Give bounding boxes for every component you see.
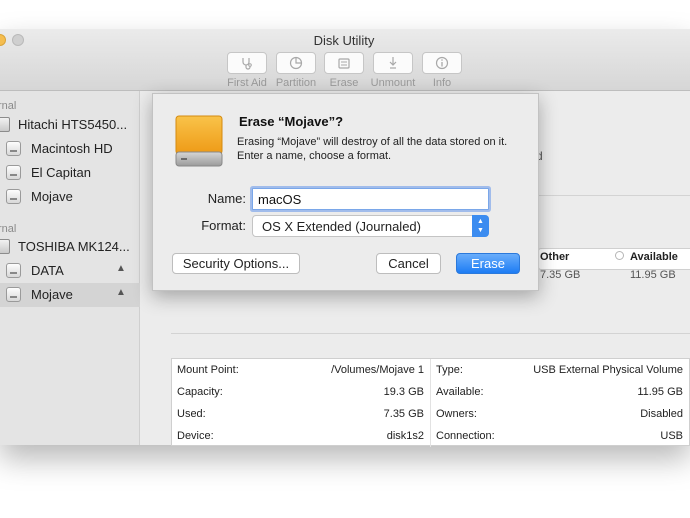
eject-icon[interactable]: ▲ — [116, 287, 126, 298]
volume-icon — [6, 189, 21, 204]
sidebar-item-data[interactable]: DATA ▲ — [0, 259, 140, 283]
info-key: Available: — [436, 386, 484, 398]
info-row-type: Type: USB External Physical Volume — [431, 359, 689, 381]
unmount-icon — [373, 52, 413, 74]
info-row-connection: Connection: USB — [431, 425, 689, 447]
cancel-button[interactable]: Cancel — [376, 253, 441, 274]
partition-label: Partition — [275, 77, 317, 89]
sidebar-section-heading-internal: rnal — [0, 100, 17, 112]
sidebar-item-toshiba[interactable]: TOSHIBA MK124... — [0, 235, 140, 259]
sidebar-item-label: Mojave — [31, 287, 73, 302]
legend-other-title: Other — [540, 251, 570, 263]
erase-dialog: Erase “Mojave”? Erasing “Mojave” will de… — [152, 93, 539, 291]
legend-available-value: 11.95 GB — [630, 269, 676, 281]
info-key: Capacity: — [177, 386, 223, 398]
erase-disk-icon — [324, 52, 364, 74]
stethoscope-icon — [227, 52, 267, 74]
sidebar-item-mojave-external[interactable]: Mojave ▲ — [0, 283, 140, 307]
info-key: Owners: — [436, 408, 477, 420]
sidebar-item-label: Hitachi HTS5450... — [18, 117, 128, 132]
info-row-available: Available: 11.95 GB — [431, 381, 689, 403]
volume-info-table: Mount Point: /Volumes/Mojave 1 Capacity:… — [171, 358, 690, 447]
first-aid-label: First Aid — [227, 77, 267, 89]
info-row-owners: Owners: Disabled — [431, 403, 689, 425]
hard-drive-icon — [0, 239, 10, 254]
volume-icon — [6, 287, 21, 302]
info-key: Used: — [177, 408, 206, 420]
info-row-device: Device: disk1s2 — [172, 425, 430, 447]
legend-other-value: 7.35 GB — [540, 269, 581, 281]
info-value: 19.3 GB — [383, 386, 424, 398]
name-label: Name: — [207, 191, 246, 206]
sidebar-item-label: Mojave — [31, 189, 73, 204]
format-select-value: OS X Extended (Journaled) — [262, 219, 421, 234]
info-button[interactable]: Info — [418, 52, 466, 89]
hard-drive-icon — [0, 117, 10, 132]
info-key: Connection: — [436, 430, 495, 442]
name-input[interactable] — [252, 188, 489, 210]
info-row-used: Used: 7.35 GB — [172, 403, 430, 425]
info-value: 7.35 GB — [383, 408, 424, 420]
sidebar: rnal Hitachi HTS5450... Macintosh HD El … — [0, 91, 140, 445]
info-label: Info — [432, 77, 452, 89]
sidebar-item-label: DATA — [31, 263, 64, 278]
info-value: USB External Physical Volume — [533, 364, 683, 376]
dialog-description: Erasing “Mojave” will destroy of all the… — [237, 136, 508, 162]
partition-button[interactable]: Partition — [272, 52, 320, 89]
legend-available-title: Available — [630, 251, 678, 263]
first-aid-button[interactable]: First Aid — [223, 52, 271, 89]
erase-button-toolbar[interactable]: Erase — [320, 52, 368, 89]
info-key: Device: — [177, 430, 214, 442]
info-icon — [422, 52, 462, 74]
volume-icon — [6, 263, 21, 278]
info-value: USB — [660, 430, 683, 442]
info-key: Type: — [436, 364, 463, 376]
eject-icon[interactable]: ▲ — [116, 263, 126, 274]
titlebar: Disk Utility First Aid Partition Erase U… — [0, 29, 690, 91]
sidebar-item-label: El Capitan — [31, 165, 91, 180]
sidebar-item-el-capitan[interactable]: El Capitan — [0, 161, 140, 185]
erase-button[interactable]: Erase — [456, 253, 520, 274]
info-value: 11.95 GB — [637, 386, 683, 398]
updown-chevron-icon: ▲ ▼ — [472, 215, 489, 237]
sidebar-item-label: TOSHIBA MK124... — [18, 239, 130, 254]
volume-icon — [6, 141, 21, 156]
format-select[interactable]: OS X Extended (Journaled) ▲ ▼ — [252, 215, 489, 237]
sidebar-item-macintosh-hd[interactable]: Macintosh HD — [0, 137, 140, 161]
unmount-label: Unmount — [370, 77, 416, 89]
sidebar-item-mojave-internal[interactable]: Mojave — [0, 185, 140, 209]
unmount-button[interactable]: Unmount — [369, 52, 417, 89]
format-label: Format: — [201, 218, 246, 233]
legend-available-swatch — [615, 251, 624, 260]
window-title: Disk Utility — [313, 33, 375, 48]
info-value: Disabled — [640, 408, 683, 420]
sidebar-item-hitachi[interactable]: Hitachi HTS5450... — [0, 113, 140, 137]
info-key: Mount Point: — [177, 364, 239, 376]
info-row-mount-point: Mount Point: /Volumes/Mojave 1 — [172, 359, 430, 381]
info-value: disk1s2 — [386, 430, 424, 442]
volume-icon — [6, 165, 21, 180]
partition-pie-icon — [276, 52, 316, 74]
erase-label: Erase — [329, 77, 359, 89]
info-value: /Volumes/Mojave 1 — [331, 364, 424, 376]
divider — [171, 333, 690, 334]
sidebar-section-heading-external: rnal — [0, 223, 17, 235]
security-options-button[interactable]: Security Options... — [172, 253, 300, 274]
dialog-title: Erase “Mojave”? — [239, 114, 344, 129]
info-row-capacity: Capacity: 19.3 GB — [172, 381, 430, 403]
sidebar-item-label: Macintosh HD — [31, 141, 113, 156]
external-drive-icon — [173, 114, 225, 173]
